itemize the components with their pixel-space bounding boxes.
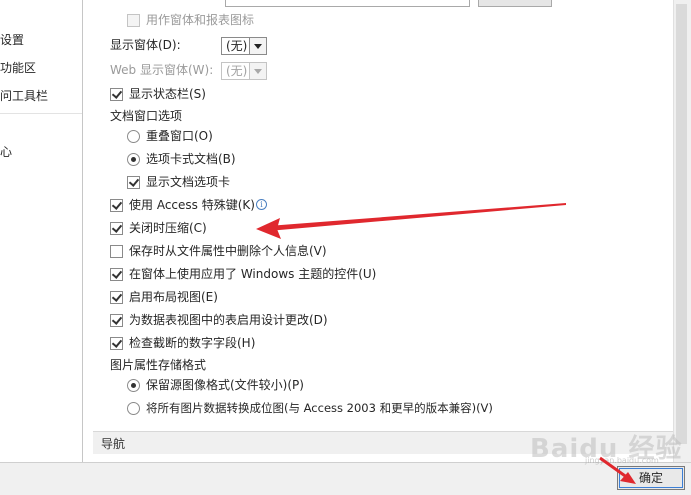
annotation-overlay [256,203,636,484]
annotation-arrow-compact [256,203,566,239]
annotation-arrow-ok [599,456,636,484]
